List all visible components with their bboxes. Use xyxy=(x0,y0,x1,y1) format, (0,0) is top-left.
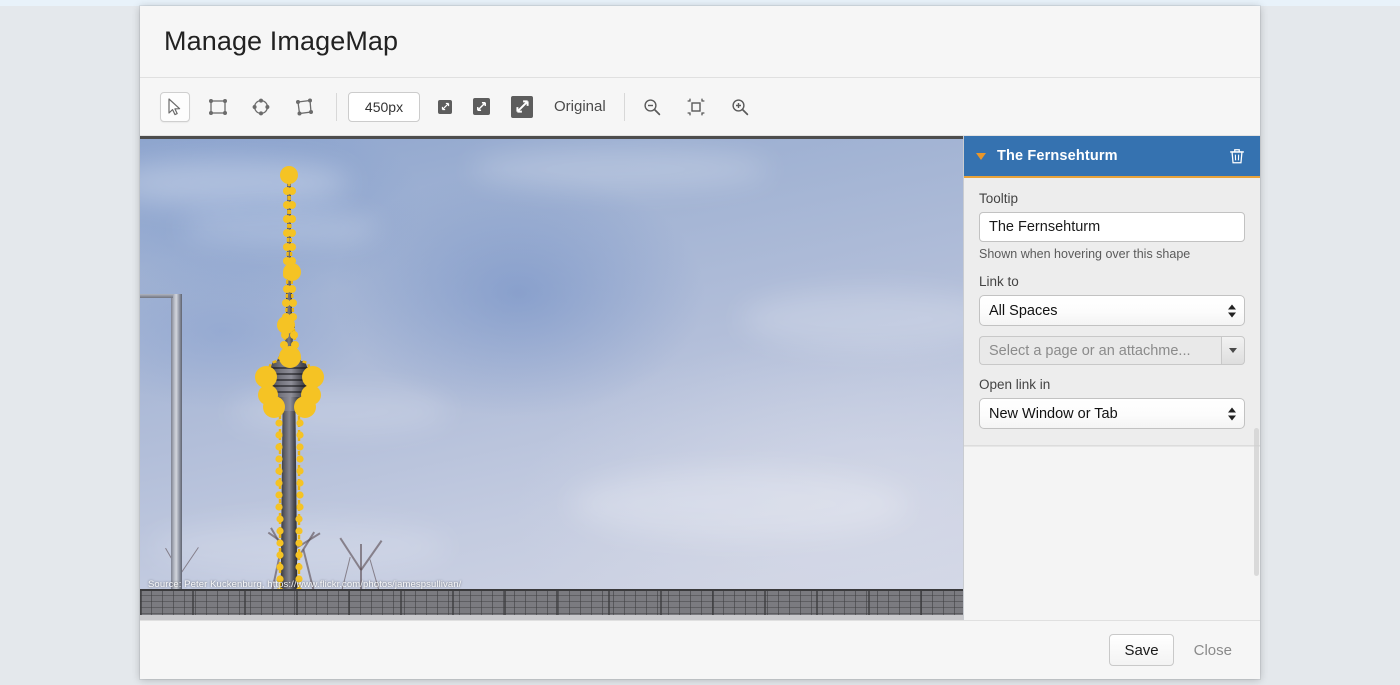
image-canvas[interactable]: Source: Peter Kuckenburg, https://www.fl… xyxy=(140,136,963,620)
rectangle-tool[interactable] xyxy=(203,92,233,122)
dialog-footer: Save Close xyxy=(140,620,1260,679)
caret-down-icon[interactable] xyxy=(976,152,986,160)
tooltip-input[interactable] xyxy=(979,212,1245,242)
open-link-select[interactable]: New Window or Tab xyxy=(979,398,1245,429)
page-title: Manage ImageMap xyxy=(164,26,399,56)
select-spinner-icon xyxy=(1228,304,1236,317)
scale-medium-button[interactable] xyxy=(473,98,490,115)
shape-properties-panel: The Fernsehturm Tooltip Shown when hover… xyxy=(963,136,1260,620)
select-tool[interactable] xyxy=(160,91,190,122)
rectangle-shape-icon xyxy=(209,98,227,115)
cursor-arrow-icon xyxy=(168,97,181,115)
circle-shape-icon xyxy=(252,98,270,115)
open-link-label: Open link in xyxy=(979,377,1051,392)
page-picker-input[interactable] xyxy=(979,336,1221,365)
toolbar-divider-2 xyxy=(623,92,625,121)
link-to-select[interactable]: All Spaces xyxy=(979,295,1245,326)
link-to-label: Link to xyxy=(979,274,1019,289)
circle-tool[interactable] xyxy=(246,92,276,122)
magnifier-plus-icon xyxy=(732,98,748,115)
resize-medium-icon xyxy=(473,98,490,115)
fit-to-screen-icon xyxy=(687,98,705,115)
scale-large-button[interactable] xyxy=(511,95,533,118)
zoom-in-button[interactable] xyxy=(727,94,753,120)
tower-and-shape-overlay[interactable] xyxy=(140,139,963,620)
original-size-button[interactable]: Original xyxy=(554,98,606,115)
polygon-shape-icon xyxy=(296,98,313,115)
trash-icon[interactable] xyxy=(1228,147,1246,165)
shape-form: Tooltip Shown when hovering over this sh… xyxy=(964,178,1260,446)
resize-large-icon xyxy=(511,95,533,118)
tooltip-helper-text: Shown when hovering over this shape xyxy=(979,247,1191,261)
dialog-header: Manage ImageMap xyxy=(140,6,1260,78)
open-link-select-wrap: New Window or Tab xyxy=(979,398,1245,429)
select-spinner-icon xyxy=(1228,407,1236,420)
page-picker-dropdown-button[interactable] xyxy=(1221,336,1245,365)
shape-title: The Fernsehturm xyxy=(997,148,1118,164)
dialog-body: Source: Peter Kuckenburg, https://www.fl… xyxy=(140,135,1260,620)
magnifier-minus-icon xyxy=(644,98,660,115)
chevron-down-icon xyxy=(1229,348,1237,353)
manage-imagemap-dialog: Manage ImageMap 450px Original Source: P… xyxy=(140,6,1260,679)
zoom-fit-button[interactable] xyxy=(683,94,709,120)
save-button[interactable]: Save xyxy=(1109,634,1174,666)
panel-scrollbar[interactable] xyxy=(1254,428,1259,576)
zoom-out-button[interactable] xyxy=(639,94,665,120)
resize-small-icon xyxy=(438,99,452,114)
page-picker xyxy=(979,336,1245,365)
scale-small-button[interactable] xyxy=(438,99,452,114)
close-button[interactable]: Close xyxy=(1188,642,1238,659)
editor-toolbar: Original xyxy=(140,78,1260,135)
toolbar-divider-1 xyxy=(336,92,337,121)
shape-header[interactable]: The Fernsehturm xyxy=(964,136,1260,178)
panel-empty-area xyxy=(964,446,1260,620)
image-width-input[interactable] xyxy=(348,91,420,122)
link-to-select-wrap: All Spaces xyxy=(979,295,1245,326)
polygon-tool[interactable] xyxy=(289,92,319,122)
facade-base xyxy=(140,615,963,620)
tooltip-label: Tooltip xyxy=(979,191,1019,206)
